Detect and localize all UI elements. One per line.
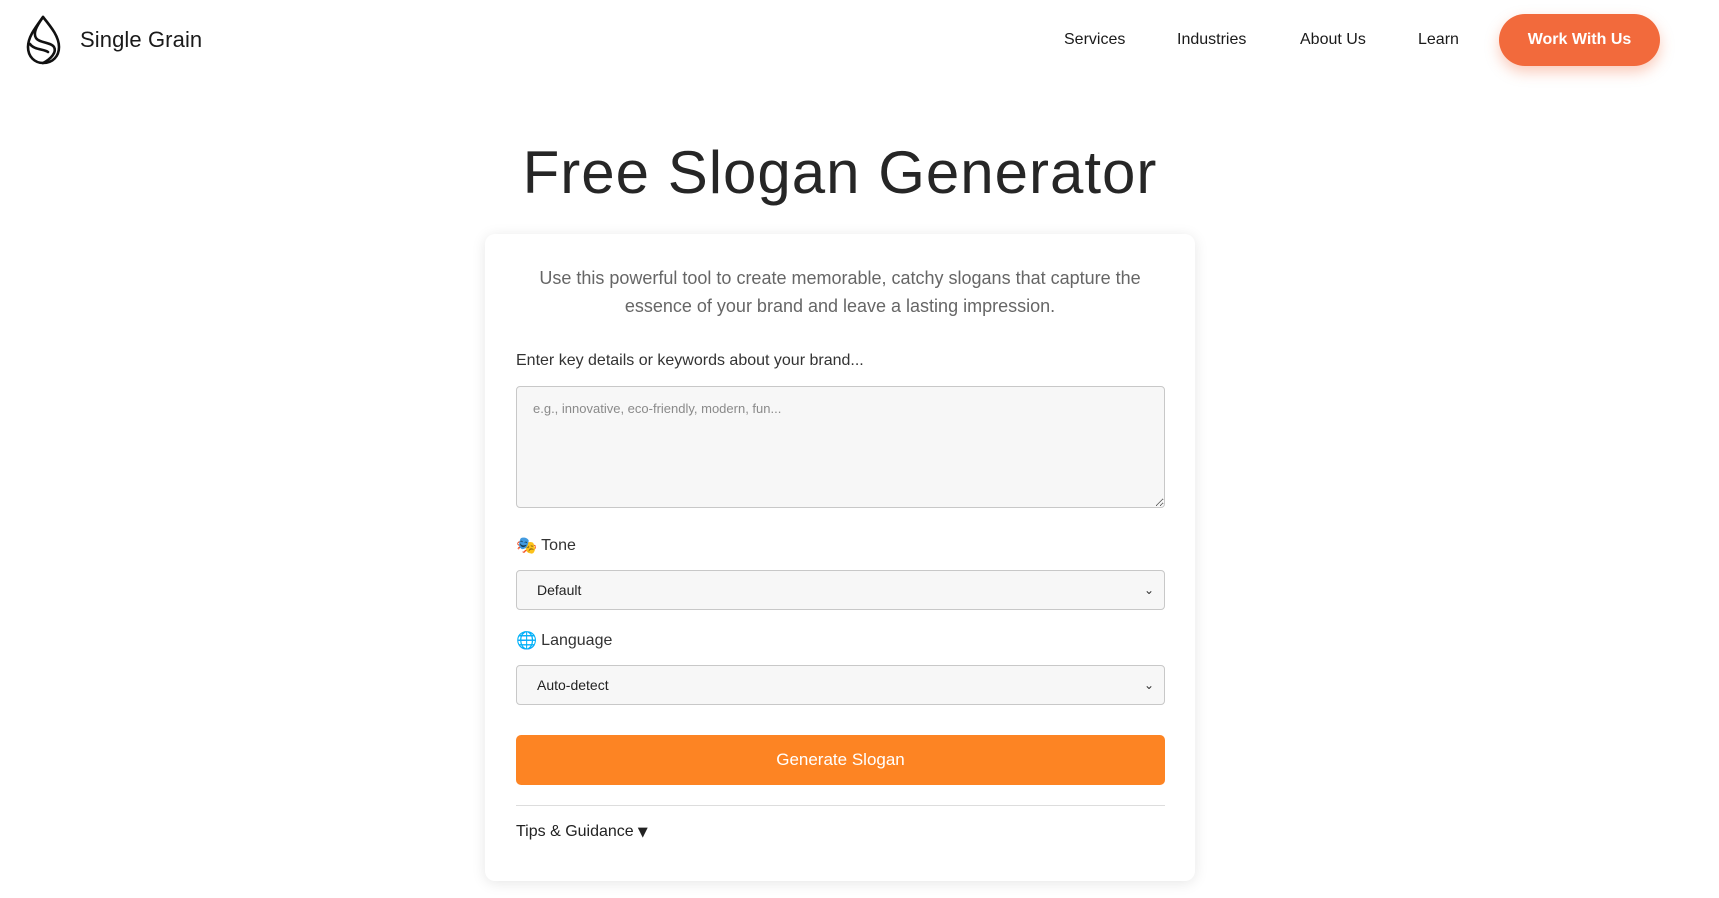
nav-industries[interactable]: Industries (1177, 14, 1246, 66)
language-label-text: Language (541, 632, 613, 649)
language-select-value: Auto-detect (537, 677, 609, 693)
tone-select[interactable]: Default ⌄ (516, 570, 1165, 610)
chevron-down-icon: ⌄ (1143, 678, 1154, 692)
language-label: 🌐 Language (516, 631, 612, 651)
site-header: Single Grain Services Industries About U… (0, 0, 1719, 84)
triangle-down-icon: ▼ (637, 825, 648, 840)
divider (516, 805, 1165, 806)
intro-text: Use this powerful tool to create memorab… (539, 268, 1141, 316)
single-grain-logo-icon (26, 15, 61, 65)
tips-guidance-toggle[interactable]: Tips & Guidance ▼ (516, 823, 648, 841)
page-title: Free Slogan Generator (522, 139, 1158, 206)
globe-icon: 🌐 (516, 631, 538, 651)
tone-label-text: Tone (541, 537, 576, 554)
tone-select-value: Default (537, 582, 582, 598)
work-with-us-button[interactable]: Work With Us (1499, 14, 1660, 66)
theater-masks-icon: 🎭 (516, 536, 538, 556)
language-select[interactable]: Auto-detect ⌄ (516, 665, 1165, 705)
keywords-label: Enter key details or keywords about your… (516, 352, 864, 369)
generate-slogan-button[interactable]: Generate Slogan (516, 735, 1165, 785)
page: Single Grain Services Industries About U… (0, 0, 1719, 898)
slogan-generator-card: Use this powerful tool to create memorab… (485, 234, 1195, 881)
brand-logo-link[interactable]: Single Grain (24, 14, 202, 66)
keywords-textarea[interactable] (516, 386, 1165, 508)
chevron-down-icon: ⌄ (1143, 583, 1154, 597)
tone-label: 🎭 Tone (516, 536, 576, 556)
nav-about-us[interactable]: About Us (1300, 14, 1366, 66)
brand-name: Single Grain (80, 27, 203, 52)
tips-guidance-label: Tips & Guidance (516, 823, 634, 840)
nav-services[interactable]: Services (1064, 14, 1125, 66)
nav-learn[interactable]: Learn (1418, 14, 1459, 66)
